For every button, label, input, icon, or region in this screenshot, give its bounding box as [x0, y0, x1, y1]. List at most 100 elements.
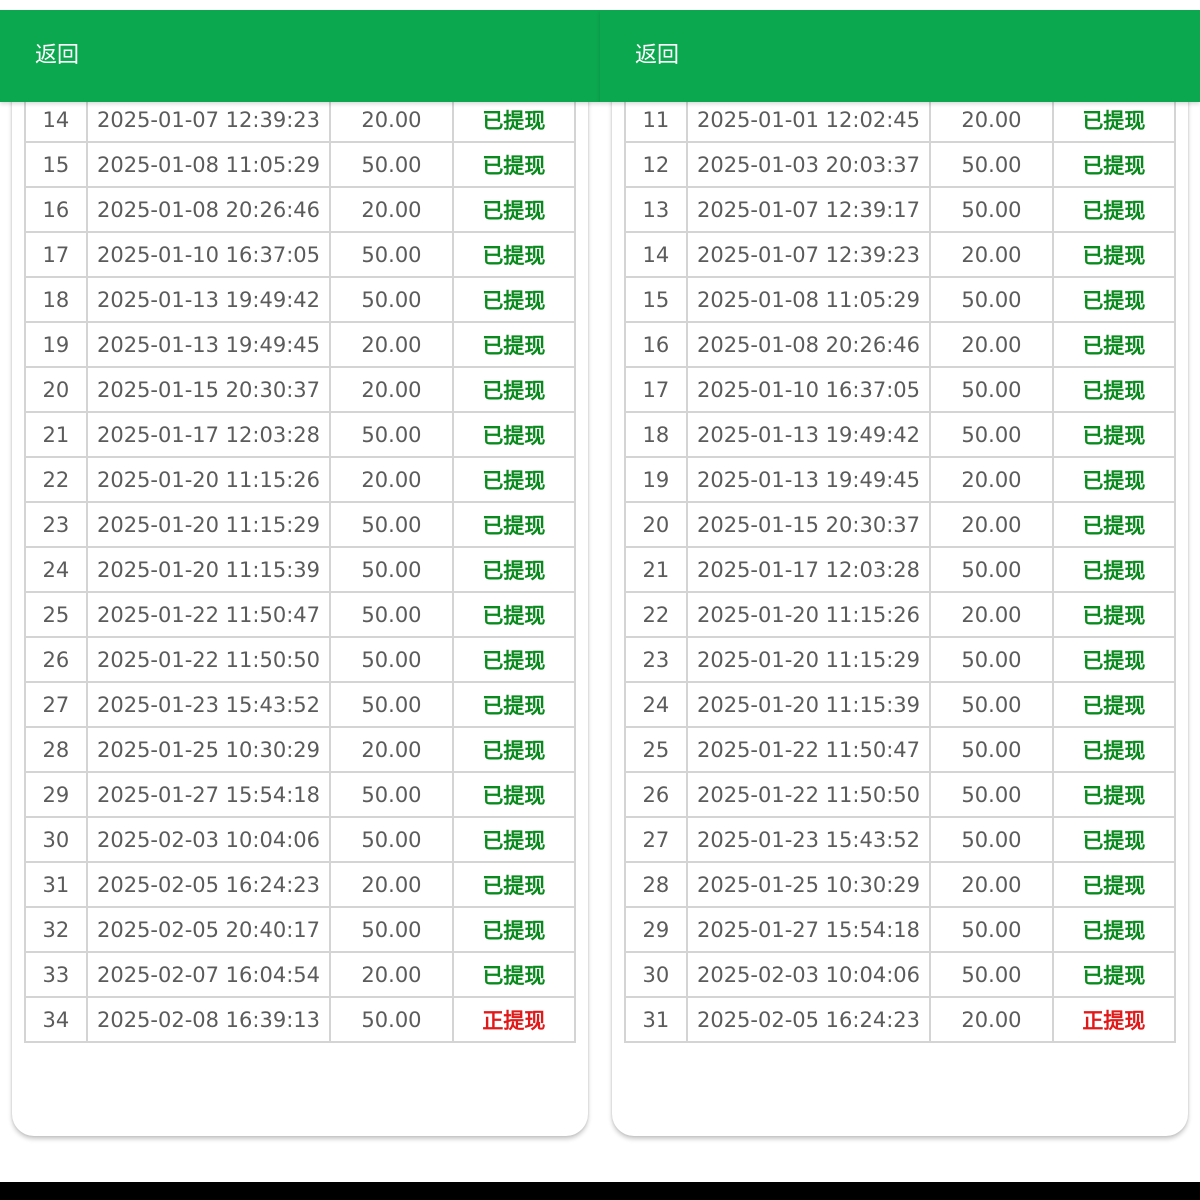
row-index-cell: 27: [624, 816, 688, 863]
row-status-cell: 已提现: [451, 591, 577, 638]
row-amount-cell: 20.00: [929, 501, 1054, 548]
row-amount-cell: 20.00: [329, 96, 454, 143]
row-status-cell: 已提现: [451, 726, 577, 773]
row-time-cell: 2025-01-27 15:54:18: [685, 906, 932, 953]
row-status-cell: 已提现: [451, 366, 577, 413]
table-row: 21 2025-01-17 12:03:28 50.00 已提现: [24, 411, 577, 458]
row-amount-cell: 20.00: [929, 231, 1054, 278]
row-time-cell: 2025-01-22 11:50:47: [85, 591, 332, 638]
row-index-cell: 23: [24, 501, 88, 548]
row-amount-cell: 50.00: [329, 906, 454, 953]
table-row: 29 2025-01-27 15:54:18 50.00 已提现: [24, 771, 577, 818]
row-index-cell: 31: [624, 996, 688, 1043]
table-row: 31 2025-02-05 16:24:23 20.00 正提现: [624, 996, 1177, 1043]
row-amount-cell: 50.00: [329, 591, 454, 638]
table-row: 25 2025-01-22 11:50:47 50.00 已提现: [624, 726, 1177, 773]
withdrawal-records-table: 11 2025-01-01 12:02:45 20.00 已提现 12 2025-01-0…: [624, 96, 1177, 1043]
row-amount-cell: 50.00: [929, 771, 1054, 818]
row-time-cell: 2025-01-15 20:30:37: [85, 366, 332, 413]
row-index-cell: 30: [24, 816, 88, 863]
row-index-cell: 30: [624, 951, 688, 998]
row-status-cell: 已提现: [1051, 726, 1177, 773]
row-amount-cell: 20.00: [329, 186, 454, 233]
row-status-cell: 已提现: [451, 546, 577, 593]
row-time-cell: 2025-01-23 15:43:52: [85, 681, 332, 728]
row-time-cell: 2025-02-05 16:24:23: [685, 996, 932, 1043]
records-card: 14 2025-01-07 12:39:23 20.00 已提现 15 2025-01-0…: [12, 70, 588, 1136]
row-index-cell: 21: [624, 546, 688, 593]
row-status-cell: 已提现: [451, 816, 577, 863]
table-row: 28 2025-01-25 10:30:29 20.00 已提现: [24, 726, 577, 773]
row-index-cell: 28: [24, 726, 88, 773]
row-index-cell: 16: [624, 321, 688, 368]
row-index-cell: 22: [24, 456, 88, 503]
row-amount-cell: 50.00: [929, 906, 1054, 953]
row-time-cell: 2025-01-08 11:05:29: [85, 141, 332, 188]
row-time-cell: 2025-01-10 16:37:05: [685, 366, 932, 413]
back-button[interactable]: 返回: [35, 40, 79, 72]
table-row: 30 2025-02-03 10:04:06 50.00 已提现: [24, 816, 577, 863]
table-row: 12 2025-01-03 20:03:37 50.00 已提现: [624, 141, 1177, 188]
table-row: 19 2025-01-13 19:49:45 20.00 已提现: [624, 456, 1177, 503]
row-index-cell: 24: [24, 546, 88, 593]
table-row: 16 2025-01-08 20:26:46 20.00 已提现: [624, 321, 1177, 368]
row-status-cell: 已提现: [451, 906, 577, 953]
row-status-cell: 已提现: [451, 636, 577, 683]
row-time-cell: 2025-01-01 12:02:45: [685, 96, 932, 143]
table-row: 18 2025-01-13 19:49:42 50.00 已提现: [624, 411, 1177, 458]
back-button[interactable]: 返回: [635, 40, 679, 72]
top-band: [600, 0, 1200, 10]
row-status-cell: 已提现: [1051, 546, 1177, 593]
table-row: 25 2025-01-22 11:50:47 50.00 已提现: [24, 591, 577, 638]
row-status-cell: 已提现: [451, 951, 577, 998]
row-amount-cell: 50.00: [329, 681, 454, 728]
row-amount-cell: 20.00: [329, 456, 454, 503]
row-time-cell: 2025-01-20 11:15:26: [85, 456, 332, 503]
row-status-cell: 已提现: [1051, 951, 1177, 998]
table-row: 27 2025-01-23 15:43:52 50.00 已提现: [24, 681, 577, 728]
table-row: 16 2025-01-08 20:26:46 20.00 已提现: [24, 186, 577, 233]
row-amount-cell: 20.00: [929, 591, 1054, 638]
row-amount-cell: 50.00: [329, 996, 454, 1043]
table-row: 32 2025-02-05 20:40:17 50.00 已提现: [24, 906, 577, 953]
row-index-cell: 34: [24, 996, 88, 1043]
row-time-cell: 2025-02-05 16:24:23: [85, 861, 332, 908]
table-row: 30 2025-02-03 10:04:06 50.00 已提现: [624, 951, 1177, 998]
row-status-cell: 已提现: [1051, 681, 1177, 728]
row-index-cell: 20: [24, 366, 88, 413]
table-row: 14 2025-01-07 12:39:23 20.00 已提现: [624, 231, 1177, 278]
row-index-cell: 29: [624, 906, 688, 953]
row-time-cell: 2025-01-08 20:26:46: [85, 186, 332, 233]
row-time-cell: 2025-02-07 16:04:54: [85, 951, 332, 998]
row-amount-cell: 50.00: [329, 546, 454, 593]
row-amount-cell: 20.00: [329, 951, 454, 998]
row-time-cell: 2025-01-07 12:39:23: [685, 231, 932, 278]
row-time-cell: 2025-01-20 11:15:29: [685, 636, 932, 683]
row-index-cell: 22: [624, 591, 688, 638]
row-index-cell: 25: [624, 726, 688, 773]
row-status-cell: 已提现: [1051, 636, 1177, 683]
app-header: 返回: [600, 10, 1200, 102]
row-time-cell: 2025-01-17 12:03:28: [685, 546, 932, 593]
row-index-cell: 31: [24, 861, 88, 908]
table-row: 26 2025-01-22 11:50:50 50.00 已提现: [624, 771, 1177, 818]
row-index-cell: 21: [24, 411, 88, 458]
table-row: 17 2025-01-10 16:37:05 50.00 已提现: [624, 366, 1177, 413]
row-time-cell: 2025-01-20 11:15:39: [685, 681, 932, 728]
row-amount-cell: 50.00: [329, 501, 454, 548]
row-amount-cell: 20.00: [329, 321, 454, 368]
row-amount-cell: 20.00: [329, 861, 454, 908]
row-time-cell: 2025-01-25 10:30:29: [685, 861, 932, 908]
row-status-cell: 已提现: [1051, 411, 1177, 458]
top-band: [0, 0, 600, 10]
row-time-cell: 2025-01-15 20:30:37: [685, 501, 932, 548]
row-index-cell: 18: [624, 411, 688, 458]
table-row: 23 2025-01-20 11:15:29 50.00 已提现: [24, 501, 577, 548]
row-time-cell: 2025-01-13 19:49:42: [685, 411, 932, 458]
row-amount-cell: 20.00: [929, 321, 1054, 368]
row-amount-cell: 50.00: [329, 276, 454, 323]
row-amount-cell: 20.00: [929, 996, 1054, 1043]
row-amount-cell: 50.00: [329, 816, 454, 863]
row-amount-cell: 50.00: [929, 636, 1054, 683]
row-time-cell: 2025-02-05 20:40:17: [85, 906, 332, 953]
